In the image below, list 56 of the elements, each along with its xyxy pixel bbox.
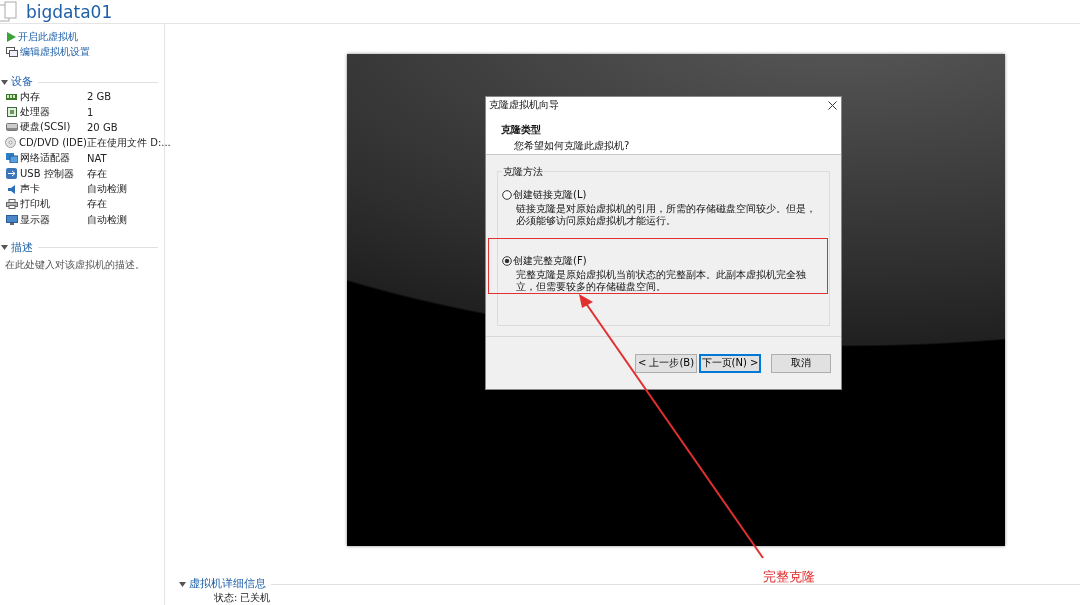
settings-window-icon xyxy=(6,46,18,57)
dialog-subheading: 您希望如何克隆此虚拟机? xyxy=(513,139,631,153)
radio-button[interactable] xyxy=(502,190,512,200)
description-field[interactable]: 在此处键入对该虚拟机的描述。 xyxy=(0,257,165,272)
device-value: 2 GB xyxy=(87,91,113,103)
printer-icon xyxy=(5,199,18,210)
device-name[interactable]: 网络适配器 xyxy=(20,151,70,166)
annotation-label: 完整克隆 xyxy=(763,568,815,586)
dialog-button[interactable]: 下一页(N) > xyxy=(699,353,761,373)
collapse-arrow-icon xyxy=(1,79,8,85)
virtual-machine-icon xyxy=(0,0,20,23)
device-value: 自动检测 xyxy=(87,212,128,227)
processor-chip-icon xyxy=(6,107,17,118)
dialog-title: 克隆虚拟机向导 xyxy=(489,98,559,112)
network-card-icon xyxy=(5,153,18,164)
section-heading[interactable]: 设备 xyxy=(11,75,33,89)
device-name[interactable]: USB 控制器 xyxy=(20,166,74,181)
device-name[interactable]: 处理器 xyxy=(20,105,50,120)
device-name[interactable]: CD/DVD (IDE) xyxy=(18,137,87,149)
device-value: 1 xyxy=(87,106,95,118)
vm-title: bigdata01 xyxy=(26,1,113,22)
usb-icon xyxy=(6,168,17,180)
device-value: 正在使用文件 D:... xyxy=(87,135,171,150)
close-icon[interactable] xyxy=(828,100,837,110)
collapse-arrow-icon xyxy=(1,245,8,250)
device-value: 20 GB xyxy=(87,121,119,133)
device-value: 存在 xyxy=(87,166,108,181)
option-label[interactable]: 创建链接克隆(L) xyxy=(513,188,587,202)
device-name[interactable]: 显示器 xyxy=(20,212,50,227)
device-name[interactable]: 打印机 xyxy=(20,197,50,212)
play-icon xyxy=(6,31,16,42)
monitor-icon xyxy=(5,214,18,225)
device-value: 存在 xyxy=(87,197,108,212)
device-name[interactable]: 硬盘(SCSI) xyxy=(20,120,71,135)
option-description: 完整克隆是原始虚拟机当前状态的完整副本。此副本虚拟机完全独立，但需要较多的存储磁盘空间。 xyxy=(515,269,807,293)
device-name[interactable]: 内存 xyxy=(20,89,40,104)
speaker-icon xyxy=(6,183,17,195)
action-link[interactable]: 编辑虚拟机设置 xyxy=(20,44,90,59)
collapse-arrow-icon xyxy=(179,581,186,587)
memory-chip-icon xyxy=(6,92,17,101)
section-heading[interactable]: 描述 xyxy=(11,240,33,255)
option-description: 链接克隆是对原始虚拟机的引用，所需的存储磁盘空间较少。但是，必须能够访问原始虚拟机才能运行。 xyxy=(515,203,817,227)
group-title: 克隆方法 xyxy=(502,165,544,179)
radio-button[interactable] xyxy=(502,256,512,266)
section-heading[interactable]: 虚拟机详细信息 xyxy=(189,577,266,591)
dialog-button[interactable]: < 上一步(B) xyxy=(635,353,697,373)
device-value: NAT xyxy=(87,152,108,164)
device-name[interactable]: 声卡 xyxy=(20,182,40,197)
detail-value: 已关机 xyxy=(240,591,271,605)
device-value: 自动检测 xyxy=(87,182,128,197)
dialog-button[interactable]: 取消 xyxy=(771,353,831,373)
disc-icon xyxy=(5,137,17,149)
option-label[interactable]: 创建完整克隆(F) xyxy=(513,254,587,268)
action-link[interactable]: 开启此虚拟机 xyxy=(18,29,78,44)
detail-label: 状态: xyxy=(214,591,238,605)
dialog-heading: 克隆类型 xyxy=(501,123,542,137)
